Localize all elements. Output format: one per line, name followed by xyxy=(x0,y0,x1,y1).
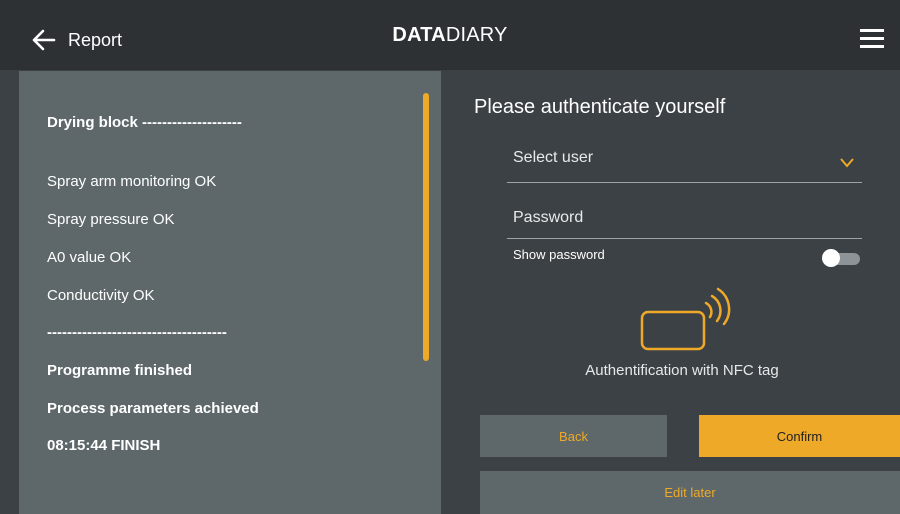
nfc-caption: Authentification with NFC tag xyxy=(585,362,779,379)
top-bar: Report DATADIARY xyxy=(0,0,900,70)
report-line: A0 value OK xyxy=(47,249,132,266)
edit-later-button[interactable]: Edit later xyxy=(480,471,900,514)
show-password-label: Show password xyxy=(513,247,605,262)
logo-light-text: DIARY xyxy=(445,24,508,46)
password-field[interactable]: Password xyxy=(507,198,862,239)
show-password-toggle[interactable] xyxy=(822,249,860,267)
toggle-knob xyxy=(822,249,840,267)
report-line: Conductivity OK xyxy=(47,287,155,304)
report-line: Spray arm monitoring OK xyxy=(47,173,217,190)
report-scrollbar[interactable] xyxy=(423,93,429,361)
report-line: Drying block -------------------- xyxy=(47,114,242,131)
chevron-down-icon xyxy=(840,155,854,173)
password-placeholder: Password xyxy=(513,209,584,226)
nfc-tag-icon xyxy=(638,287,732,358)
app-logo: DATADIARY xyxy=(0,24,900,47)
report-line: Spray pressure OK xyxy=(47,211,175,228)
report-line: Process parameters achieved xyxy=(47,400,259,417)
auth-title: Please authenticate yourself xyxy=(474,96,726,118)
report-line: ------------------------------------ xyxy=(47,324,227,341)
report-panel: Drying block -------------------- Spray … xyxy=(19,71,441,514)
report-line: 08:15:44 FINISH xyxy=(47,437,161,454)
select-user-dropdown[interactable]: Select user xyxy=(507,138,862,183)
hamburger-menu-icon[interactable] xyxy=(860,28,884,55)
logo-bold-text: DATA xyxy=(392,24,446,46)
select-user-placeholder: Select user xyxy=(513,149,594,166)
back-button[interactable]: Back xyxy=(480,415,667,457)
report-line: Programme finished xyxy=(47,362,193,379)
confirm-button[interactable]: Confirm xyxy=(699,415,900,457)
